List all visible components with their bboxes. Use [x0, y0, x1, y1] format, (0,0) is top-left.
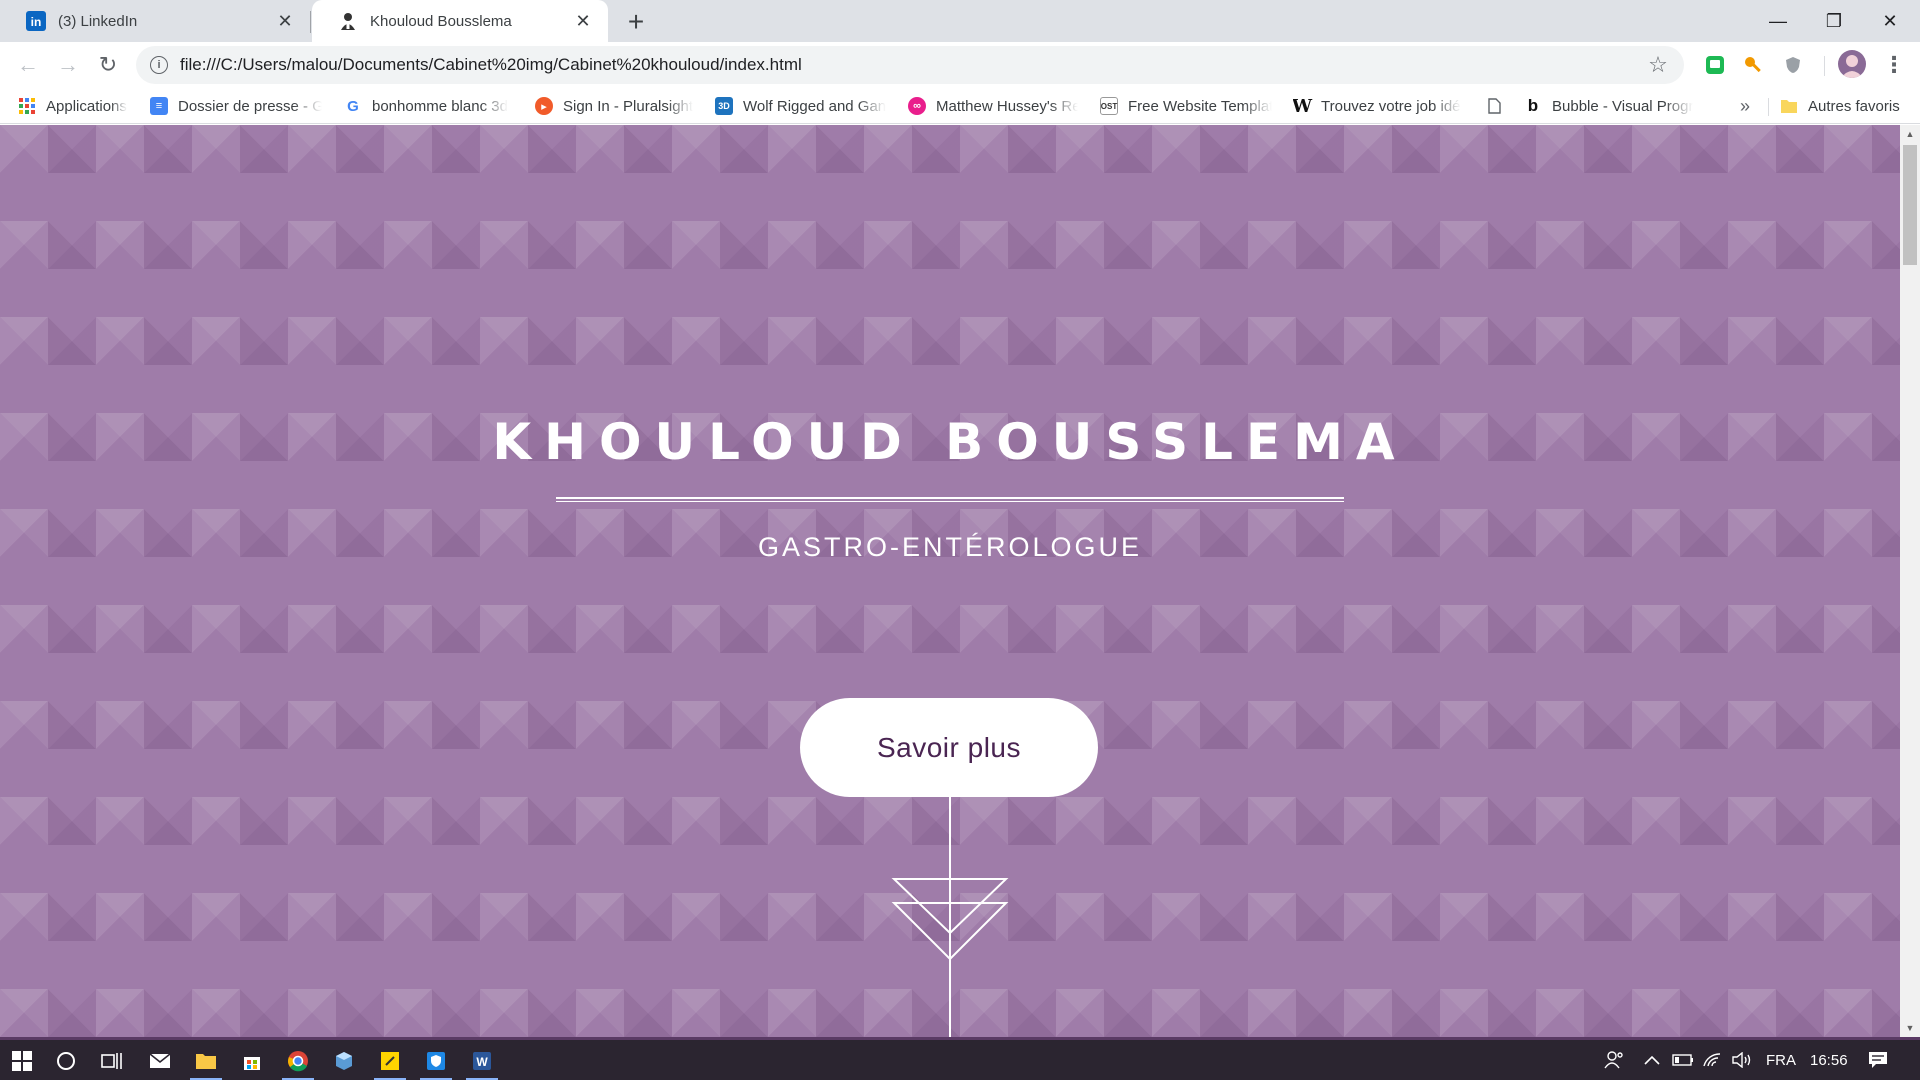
- title-divider: [556, 497, 1344, 502]
- bookmark-other-favorites[interactable]: Autres favoris: [1780, 94, 1916, 118]
- minimize-button[interactable]: —: [1750, 0, 1806, 42]
- tab-strip: in (3) LinkedIn ✕ Khouloud Bousslema ✕ +…: [0, 0, 1920, 42]
- bookmarks-separator: [1768, 98, 1769, 116]
- bookmark-label: Trouvez votre job idé: [1321, 97, 1461, 115]
- 3d-icon: 3D: [715, 97, 733, 115]
- mail-icon[interactable]: [138, 1042, 182, 1080]
- chrome-icon[interactable]: [276, 1042, 320, 1080]
- windows-start-icon[interactable]: [0, 1042, 44, 1080]
- svg-text:in: in: [31, 15, 42, 29]
- browser-toolbar: ← → ↻ i file:///C:/Users/malou/Documents…: [0, 42, 1920, 88]
- page-icon: [1485, 97, 1503, 115]
- chevron-up-icon[interactable]: [1644, 1040, 1660, 1080]
- bookmark-dossier-de-presse[interactable]: ≡ Dossier de presse - G: [150, 94, 322, 118]
- page-scrollbar[interactable]: ▲ ▼: [1900, 125, 1920, 1037]
- linkedin-icon: in: [26, 11, 46, 31]
- bookmark-wolf-rigged[interactable]: 3D Wolf Rigged and Gan: [715, 94, 887, 118]
- apps-grid-icon: [18, 97, 36, 115]
- w-icon: W: [1293, 95, 1313, 117]
- tab-linkedin[interactable]: in (3) LinkedIn ✕: [0, 0, 310, 42]
- double-triangle-down-icon[interactable]: [890, 875, 1010, 965]
- google-icon: G: [347, 97, 359, 115]
- url-text[interactable]: file:///C:/Users/malou/Documents/Cabinet…: [180, 55, 1644, 75]
- svg-text:W: W: [476, 1055, 488, 1069]
- reload-button[interactable]: ↻: [92, 49, 124, 81]
- bookmark-label: Applications: [46, 97, 127, 115]
- infinity-icon: ∞: [908, 97, 926, 115]
- bookmark-pluralsight[interactable]: ▸ Sign In - Pluralsight: [535, 94, 697, 118]
- extension-green-icon[interactable]: [1702, 52, 1728, 78]
- forward-button[interactable]: →: [52, 49, 84, 81]
- page-subtitle: GASTRO-ENTÉROLOGUE: [757, 532, 1143, 562]
- search-icon[interactable]: [44, 1042, 88, 1080]
- extension-shield-icon[interactable]: [1780, 52, 1806, 78]
- maximize-button[interactable]: ❐: [1806, 0, 1862, 42]
- hero-section: KHOULOUD BOUSSLEMA GASTRO-ENTÉROLOGUE Sa…: [0, 125, 1900, 1037]
- bookmarks-bar: Applications ≡ Dossier de presse - G G b…: [0, 88, 1920, 124]
- close-tab-icon[interactable]: ✕: [272, 8, 298, 34]
- defender-shield-icon[interactable]: [414, 1042, 458, 1080]
- bookmark-bubble[interactable]: b Bubble - Visual Progr: [1524, 94, 1702, 118]
- profile-avatar[interactable]: [1838, 50, 1866, 78]
- pluralsight-icon: ▸: [535, 97, 553, 115]
- info-icon[interactable]: i: [150, 56, 168, 74]
- new-tab-button[interactable]: +: [620, 6, 652, 38]
- bookmark-label: Autres favoris: [1808, 97, 1900, 115]
- back-button[interactable]: ←: [12, 49, 44, 81]
- scroll-up-arrow-icon[interactable]: ▲: [1900, 125, 1920, 143]
- bookmark-page[interactable]: [1485, 94, 1507, 118]
- close-tab-icon[interactable]: ✕: [570, 8, 596, 34]
- tab-title: (3) LinkedIn: [58, 12, 138, 30]
- bookmark-label: Bubble - Visual Progr: [1552, 97, 1694, 115]
- toolbar-divider: [1824, 56, 1825, 76]
- scroll-thumb[interactable]: [1903, 145, 1917, 265]
- tab-title: Khouloud Bousslema: [370, 12, 512, 30]
- page-title: KHOULOUD BOUSSLEMA: [492, 413, 1408, 471]
- learn-more-button[interactable]: Savoir plus: [800, 698, 1098, 797]
- bookmark-star-icon[interactable]: ☆: [1644, 51, 1672, 79]
- task-view-icon[interactable]: [90, 1042, 134, 1080]
- close-window-button[interactable]: ✕: [1862, 0, 1918, 42]
- tab-khouloud-bousslema[interactable]: Khouloud Bousslema ✕: [312, 0, 608, 42]
- folder-icon: [1780, 97, 1798, 115]
- word-icon[interactable]: W: [460, 1042, 504, 1080]
- battery-icon[interactable]: [1672, 1040, 1694, 1080]
- doctor-favicon-icon: [338, 11, 358, 31]
- windows-taskbar: W FRA 16:56: [0, 1037, 1920, 1080]
- bookmarks-overflow-button[interactable]: »: [1740, 96, 1750, 117]
- bookmark-free-website-templates[interactable]: OST Free Website Templat: [1100, 94, 1272, 118]
- bookmark-label: Dossier de presse - G: [178, 97, 322, 115]
- scroll-down-arrow-icon[interactable]: ▼: [1900, 1019, 1920, 1037]
- bookmark-label: Sign In - Pluralsight: [563, 97, 694, 115]
- volume-icon[interactable]: [1732, 1040, 1752, 1080]
- bookmark-label: Matthew Hussey's Re: [936, 97, 1078, 115]
- extension-key-icon[interactable]: [1740, 52, 1766, 78]
- clock[interactable]: 16:56: [1810, 1040, 1848, 1080]
- bookmark-matthew-hussey[interactable]: ∞ Matthew Hussey's Re: [908, 94, 1078, 118]
- bookmark-trouvez-votre-job[interactable]: W Trouvez votre job idé: [1293, 94, 1465, 118]
- bookmark-bonhomme-blanc[interactable]: G bonhomme blanc 3d: [344, 94, 512, 118]
- bubble-icon: b: [1527, 96, 1539, 115]
- file-explorer-icon[interactable]: [184, 1042, 228, 1080]
- google-docs-icon: ≡: [150, 97, 168, 115]
- store-icon[interactable]: [230, 1042, 274, 1080]
- sticky-notes-icon[interactable]: [368, 1042, 412, 1080]
- tab-separator: [310, 11, 311, 33]
- chrome-menu-icon[interactable]: ⋮: [1880, 50, 1908, 80]
- address-bar[interactable]: i file:///C:/Users/malou/Documents/Cabin…: [136, 46, 1684, 84]
- cube-app-icon[interactable]: [322, 1042, 366, 1080]
- notifications-icon[interactable]: [1868, 1040, 1888, 1080]
- wifi-icon[interactable]: [1702, 1040, 1722, 1080]
- ost-icon: OST: [1100, 97, 1118, 115]
- language-indicator[interactable]: FRA: [1766, 1040, 1796, 1080]
- bookmark-label: Wolf Rigged and Gan: [743, 97, 887, 115]
- people-icon[interactable]: [1604, 1040, 1624, 1080]
- bookmark-label: Free Website Templat: [1128, 97, 1272, 115]
- bookmark-label: bonhomme blanc 3d: [372, 97, 508, 115]
- bookmark-applications[interactable]: Applications: [18, 94, 136, 118]
